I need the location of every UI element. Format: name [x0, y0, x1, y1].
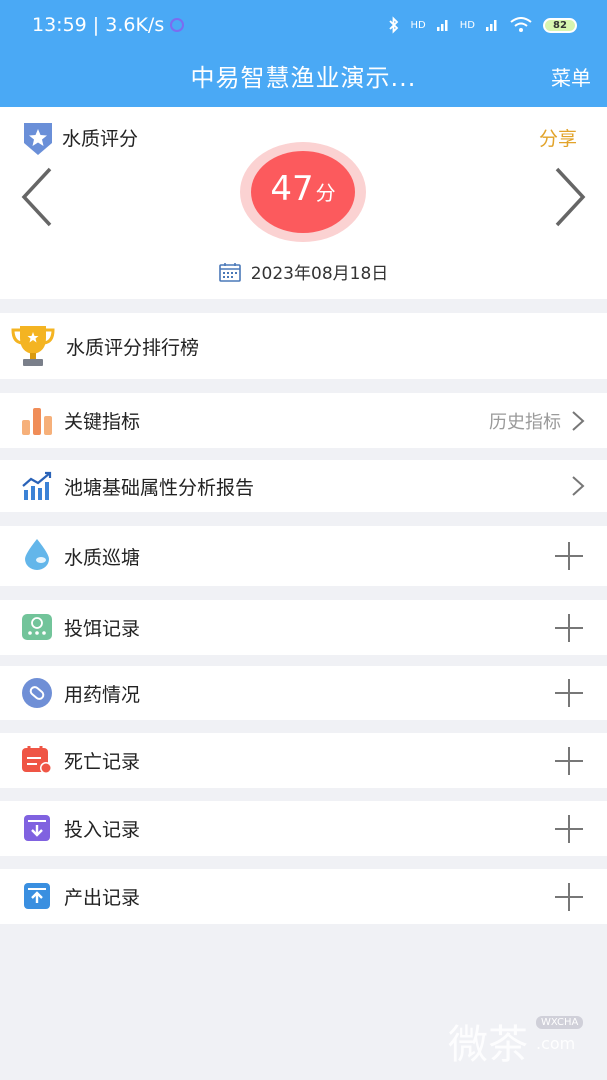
input-record-row[interactable]: 投入记录	[0, 801, 607, 856]
chevron-right-icon	[572, 476, 585, 496]
death-record-icon	[22, 746, 52, 774]
pill-icon	[22, 678, 52, 708]
bar-chart-icon	[22, 408, 52, 435]
watermark-text: 微茶	[448, 1022, 528, 1068]
bluetooth-icon	[388, 16, 398, 34]
signal-2-icon	[486, 20, 497, 31]
page-title: 中易智慧渔业演示...	[190, 64, 417, 92]
shield-star-icon	[24, 123, 52, 155]
medication-row[interactable]: 用药情况	[0, 666, 607, 720]
score-date: 2023年08月18日	[250, 264, 389, 284]
add-output-record-icon[interactable]	[553, 881, 585, 913]
calendar-icon	[218, 262, 241, 282]
input-record-label: 投入记录	[64, 819, 141, 841]
add-death-record-icon[interactable]	[553, 745, 585, 777]
add-input-record-icon[interactable]	[553, 813, 585, 845]
trend-chart-icon	[22, 471, 52, 500]
app-ring-icon	[170, 18, 185, 32]
history-indicators-link[interactable]: 历史指标	[489, 408, 561, 434]
add-medication-icon[interactable]	[553, 677, 585, 709]
battery-icon: 82	[543, 17, 577, 33]
pond-report-row[interactable]: 池塘基础属性分析报告	[0, 460, 607, 512]
water-drop-icon	[25, 539, 49, 570]
add-water-patrol-icon[interactable]	[553, 540, 585, 572]
output-box-icon	[24, 883, 50, 909]
key-indicators-row[interactable]: 关键指标 历史指标	[0, 393, 607, 448]
death-record-label: 死亡记录	[64, 751, 141, 773]
medication-label: 用药情况	[64, 683, 141, 706]
signal-hd-2-icon: HD	[459, 19, 475, 31]
chevron-right-icon	[572, 410, 585, 431]
death-record-row[interactable]: 死亡记录	[0, 733, 607, 788]
score-badge: 47 分	[251, 151, 355, 233]
watermark-sub: WXCHA	[536, 1016, 584, 1029]
previous-arrow-icon[interactable]	[20, 165, 54, 229]
trophy-icon	[11, 326, 55, 366]
feeding-label: 投饵记录	[64, 618, 141, 640]
ranking-row[interactable]: 水质评分排行榜	[0, 313, 607, 379]
status-time-speed: 13:59 | 3.6K/s	[32, 14, 165, 36]
output-record-label: 产出记录	[64, 887, 141, 909]
score-value: 47	[270, 169, 314, 209]
signal-1-icon	[436, 20, 448, 31]
top-bar: 13:59 | 3.6K/s HD HD 82 中易智慧渔业演示... 菜单	[0, 0, 607, 107]
output-record-row[interactable]: 产出记录	[0, 869, 607, 924]
status-bar: 13:59 | 3.6K/s HD HD 82	[0, 0, 607, 50]
feeding-icon	[22, 614, 52, 640]
input-box-icon	[24, 815, 50, 841]
water-patrol-row[interactable]: 水质巡塘	[0, 526, 607, 586]
water-quality-score-card: 水质评分 分享 47 分 2023年08月18日	[0, 107, 607, 299]
score-title: 水质评分	[62, 128, 139, 150]
score-unit: 分	[315, 181, 336, 205]
pond-report-label: 池塘基础属性分析报告	[64, 476, 255, 499]
date-selector[interactable]: 2023年08月18日	[0, 259, 607, 284]
nav-bar: 中易智慧渔业演示... 菜单	[0, 50, 607, 107]
water-patrol-label: 水质巡塘	[64, 546, 141, 569]
next-arrow-icon[interactable]	[553, 165, 587, 229]
key-indicators-label: 关键指标	[64, 411, 141, 433]
watermark-com: .com	[536, 1034, 576, 1053]
feeding-row[interactable]: 投饵记录	[0, 600, 607, 655]
add-feeding-icon[interactable]	[553, 612, 585, 644]
ranking-label: 水质评分排行榜	[66, 336, 200, 359]
signal-hd-1-icon: HD	[410, 19, 426, 31]
menu-button[interactable]: 菜单	[551, 62, 591, 91]
wifi-icon	[510, 17, 532, 32]
share-button[interactable]: 分享	[539, 124, 577, 151]
